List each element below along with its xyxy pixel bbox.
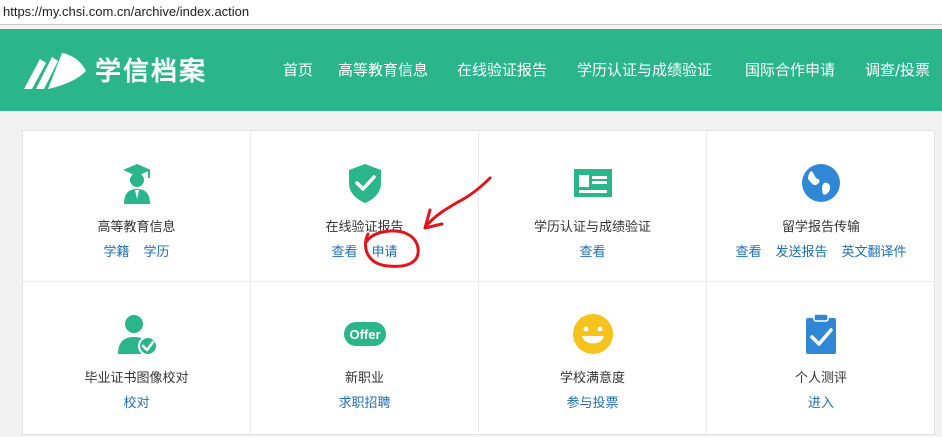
card-title: 高等教育信息 <box>97 220 176 235</box>
nav-higher-education[interactable]: 高等教育信息 <box>338 59 428 80</box>
link-apply-report[interactable]: 申请 <box>372 245 398 260</box>
card-study-abroad: 留学报告传输 查看 发送报告 英文翻译件 <box>707 131 935 282</box>
nav-survey[interactable]: 调查/投票 <box>865 59 930 80</box>
card-links: 校对 <box>23 392 250 411</box>
link-view-verification[interactable]: 查看 <box>579 245 605 260</box>
card-links: 进入 <box>707 392 935 411</box>
clipboard-check-icon <box>806 313 836 354</box>
card-personal-assessment: 个人测评 进入 <box>707 282 935 433</box>
card-higher-education: 高等教育信息 学籍 学历 <box>23 131 251 282</box>
card-links: 查看 发送报告 英文翻译件 <box>707 241 935 260</box>
link-vote[interactable]: 参与投票 <box>566 396 618 411</box>
smiley-icon <box>572 314 613 354</box>
card-title: 留学报告传输 <box>781 220 860 235</box>
site-header: 学信档案 首页 高等教育信息 在线验证报告 学历认证与成绩验证 国际合作申请 调… <box>0 29 942 111</box>
card-school-satisfaction: 学校满意度 参与投票 <box>479 282 707 433</box>
card-title: 新职业 <box>344 371 384 386</box>
user-check-icon <box>117 315 158 356</box>
card-links: 查看 <box>479 241 706 260</box>
card-links: 参与投票 <box>479 392 706 411</box>
card-certificate-proofread: 毕业证书图像校对 校对 <box>23 282 251 433</box>
offer-icon: Offer <box>343 322 386 346</box>
brand-name: 学信档案 <box>95 57 208 87</box>
link-student-status[interactable]: 学籍 <box>103 245 129 260</box>
card-links: 查看 申请 <box>251 241 478 260</box>
link-proofread[interactable]: 校对 <box>123 396 149 411</box>
card-links: 求职招聘 <box>251 392 478 411</box>
link-send-report[interactable]: 发送报告 <box>775 245 827 260</box>
link-enter[interactable]: 进入 <box>808 396 834 411</box>
card-title: 毕业证书图像校对 <box>84 371 189 386</box>
card-title: 在线验证报告 <box>325 220 404 235</box>
card-title: 学历认证与成绩验证 <box>533 220 651 235</box>
link-job-search[interactable]: 求职招聘 <box>338 396 390 411</box>
nav-online-report[interactable]: 在线验证报告 <box>457 59 547 80</box>
link-degree[interactable]: 学历 <box>144 245 170 260</box>
link-english-translation[interactable]: 英文翻译件 <box>842 245 907 260</box>
shield-check-icon <box>348 164 381 203</box>
card-degree-verification: 学历认证与成绩验证 查看 <box>479 131 707 282</box>
graduate-icon <box>122 164 151 204</box>
nav-home[interactable]: 首页 <box>283 59 313 80</box>
card-links: 学籍 学历 <box>23 241 250 260</box>
card-title: 个人测评 <box>794 371 847 386</box>
logo-icon <box>24 53 86 89</box>
card-new-career: Offer 新职业 求职招聘 <box>251 282 479 433</box>
url-text: https://my.chsi.com.cn/archive/index.act… <box>3 4 250 19</box>
service-panel: 高等教育信息 学籍 学历 在线验证报告 查看 申请 学历认证与成绩验证 查看 留… <box>22 130 935 435</box>
card-online-report: 在线验证报告 查看 申请 <box>251 131 479 282</box>
card-title: 学校满意度 <box>559 371 625 386</box>
certificate-icon <box>573 169 612 197</box>
offer-icon-text: Offer <box>349 327 380 342</box>
globe-icon <box>802 164 840 202</box>
link-view-abroad[interactable]: 查看 <box>735 245 761 260</box>
nav-degree-verification[interactable]: 学历认证与成绩验证 <box>577 59 712 80</box>
link-view-report[interactable]: 查看 <box>331 245 357 260</box>
address-bar[interactable]: https://my.chsi.com.cn/archive/index.act… <box>0 0 942 25</box>
nav-international[interactable]: 国际合作申请 <box>745 59 835 80</box>
